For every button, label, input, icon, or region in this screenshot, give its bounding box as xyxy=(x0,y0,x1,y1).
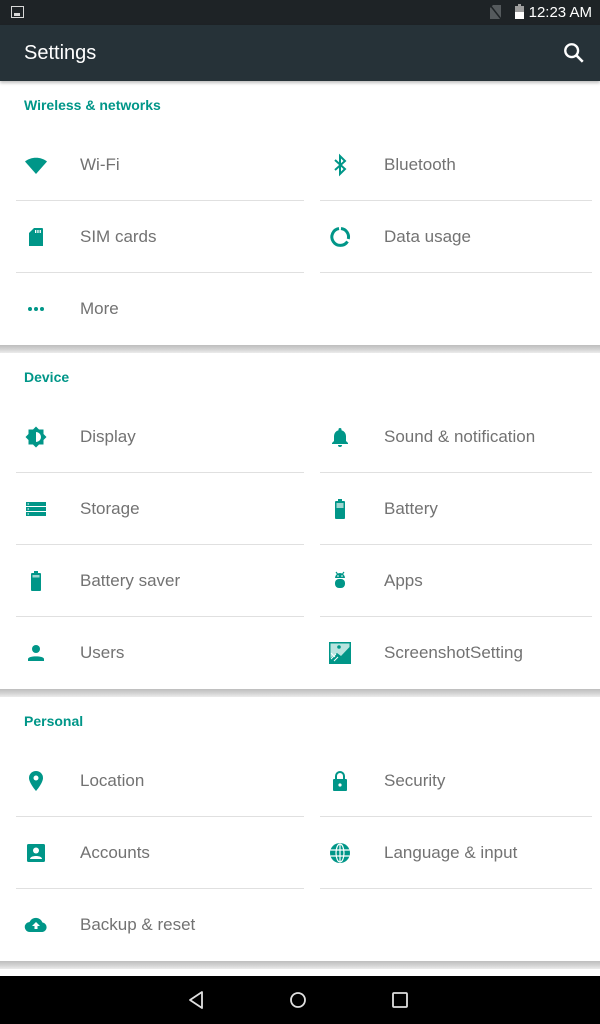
settings-item-label: Data usage xyxy=(384,227,471,246)
settings-item-label: Battery xyxy=(384,499,438,518)
home-button[interactable] xyxy=(286,988,310,1012)
settings-item-label: SIM cards xyxy=(80,227,157,246)
settings-item-label: Apps xyxy=(384,571,423,590)
settings-item-bluetooth[interactable]: Bluetooth xyxy=(320,129,592,201)
search-button[interactable] xyxy=(560,39,588,67)
settings-item-label: ScreenshotSetting xyxy=(384,643,523,662)
battery-saver-icon xyxy=(31,571,41,591)
settings-item-label: Location xyxy=(80,771,145,790)
storage-icon xyxy=(26,502,46,516)
section-header: Wireless & networks xyxy=(24,97,161,113)
no-sim-icon xyxy=(490,5,501,19)
section-header: Device xyxy=(24,369,70,385)
section-personal: Personal Location Security Accounts Lang… xyxy=(0,697,600,961)
section-header: Personal xyxy=(24,713,84,729)
settings-item-label: More xyxy=(80,299,119,318)
settings-item-screenshot-setting[interactable]: ScreenshotSetting xyxy=(320,617,592,689)
section-divider xyxy=(0,689,600,697)
page-title: Settings xyxy=(24,42,97,64)
lock-icon xyxy=(333,771,347,791)
navigation-bar xyxy=(0,976,600,1024)
settings-item-storage[interactable]: Storage xyxy=(16,473,304,545)
settings-item-label: Backup & reset xyxy=(80,915,196,934)
settings-item-battery[interactable]: Battery xyxy=(320,473,592,545)
battery-icon xyxy=(335,499,345,519)
wifi-icon xyxy=(25,157,47,174)
settings-item-location[interactable]: Location xyxy=(16,745,304,817)
settings-item-label: Display xyxy=(80,427,136,446)
settings-item-label: Battery saver xyxy=(80,571,181,590)
settings-item-label: Wi-Fi xyxy=(80,155,120,174)
section-divider xyxy=(0,961,600,969)
settings-item-label: Bluetooth xyxy=(384,155,456,174)
settings-item-sound-notification[interactable]: Sound & notification xyxy=(320,401,592,473)
data-usage-icon xyxy=(330,227,351,247)
settings-item-backup-reset[interactable]: Backup & reset xyxy=(16,889,304,961)
settings-item-display[interactable]: Display xyxy=(16,401,304,473)
status-bar: 12:23 AM xyxy=(0,0,600,25)
app-bar: Settings xyxy=(0,25,600,81)
section-device: Device Display Sound & notification Stor… xyxy=(0,353,600,689)
settings-item-security[interactable]: Security xyxy=(320,745,592,817)
settings-item-language-input[interactable]: Language & input xyxy=(320,817,592,889)
settings-item-battery-saver[interactable]: Battery saver xyxy=(16,545,304,617)
settings-item-users[interactable]: Users xyxy=(16,617,304,689)
sim-card-icon xyxy=(29,228,43,246)
settings-list[interactable]: Wireless & networks Wi-Fi Bluetooth SIM … xyxy=(0,81,600,976)
cloud-upload-icon xyxy=(24,917,47,933)
settings-item-apps[interactable]: Apps xyxy=(320,545,592,617)
settings-item-sim-cards[interactable]: SIM cards xyxy=(16,201,304,273)
gallery-notification-icon xyxy=(11,6,24,18)
bell-icon xyxy=(332,428,348,447)
settings-item-label: Users xyxy=(80,643,125,662)
settings-item-wifi[interactable]: Wi-Fi xyxy=(16,129,304,201)
bluetooth-icon xyxy=(334,153,347,177)
settings-item-label: Accounts xyxy=(80,843,150,862)
search-icon xyxy=(564,43,584,63)
settings-item-accounts[interactable]: Accounts xyxy=(16,817,304,889)
battery-icon xyxy=(515,4,524,19)
settings-item-data-usage[interactable]: Data usage xyxy=(320,201,592,273)
more-horiz-icon xyxy=(28,307,44,311)
clock: 12:23 AM xyxy=(528,4,592,21)
brightness-icon xyxy=(25,426,47,448)
settings-item-label: Language & input xyxy=(384,843,518,862)
settings-item-more[interactable]: More xyxy=(16,273,304,345)
person-icon xyxy=(28,645,44,661)
recents-button[interactable] xyxy=(388,988,412,1012)
settings-item-label: Storage xyxy=(80,499,140,518)
section-divider xyxy=(0,345,600,353)
location-pin-icon xyxy=(29,771,43,791)
back-button[interactable] xyxy=(184,988,208,1012)
screenshot-icon xyxy=(329,642,351,664)
globe-icon xyxy=(330,843,350,863)
section-wireless-networks: Wireless & networks Wi-Fi Bluetooth SIM … xyxy=(0,81,600,345)
home-icon xyxy=(290,992,306,1008)
settings-item-label: Sound & notification xyxy=(384,427,536,446)
android-icon xyxy=(335,571,345,588)
settings-item-label: Security xyxy=(384,771,446,790)
account-box-icon xyxy=(27,844,45,862)
recents-icon xyxy=(392,992,408,1008)
back-icon xyxy=(189,991,203,1009)
